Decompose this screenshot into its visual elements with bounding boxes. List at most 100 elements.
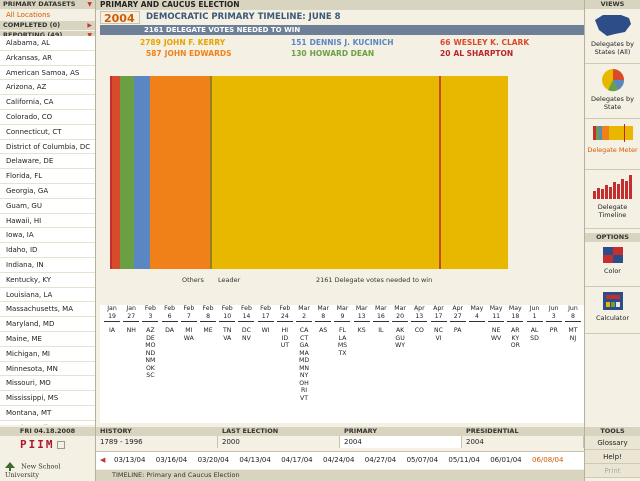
last-election-head: LAST ELECTION xyxy=(222,427,279,435)
state-list-item[interactable]: Missouri, MO xyxy=(0,376,95,392)
state-list-item[interactable]: Colorado, CO xyxy=(0,110,95,125)
all-locations-link[interactable]: All Locations xyxy=(0,9,95,21)
date-link[interactable]: 04/13/04 xyxy=(239,456,270,464)
state-list-item[interactable]: Massachusetts, MA xyxy=(0,302,95,318)
state-list-item[interactable]: Connecticut, CT xyxy=(0,125,95,140)
option-color[interactable]: Color xyxy=(585,245,640,287)
state-list-item[interactable]: Hawaii, HI xyxy=(0,214,95,229)
state-list-item[interactable]: North Carolina, NC xyxy=(0,421,95,425)
state-list-item[interactable]: Delaware, DE xyxy=(0,154,95,170)
timeline-column[interactable]: Feb 14 DC NV xyxy=(238,305,255,342)
view-delegates-by-state[interactable]: Delegates by State xyxy=(585,67,640,119)
timeline-column[interactable]: Apr 17 NC VI xyxy=(430,305,447,342)
state-list-item[interactable]: California, CA xyxy=(0,95,95,110)
date-link[interactable]: 05/11/04 xyxy=(448,456,479,464)
timeline-column[interactable]: May 11 NE WV xyxy=(488,305,505,342)
leader-label: Leader xyxy=(218,276,241,284)
timeline-column[interactable]: Mar 8 AS xyxy=(315,305,332,335)
timeline-column[interactable]: Mar 20 AK GU WY xyxy=(392,305,409,350)
timeline-date-part: 9 xyxy=(340,312,345,320)
timeline-date-part: Feb xyxy=(144,305,156,312)
state-list-item[interactable]: Arkansas, AR xyxy=(0,51,95,66)
state-list-item[interactable]: Maine, ME xyxy=(0,332,95,347)
date-link[interactable]: 06/08/04 xyxy=(532,456,563,464)
timeline-column[interactable]: Apr 27 PA xyxy=(449,305,466,335)
date-link[interactable]: 03/16/04 xyxy=(156,456,187,464)
timeline-column[interactable]: May 18 AR KY OR xyxy=(507,305,524,350)
timeline-column[interactable]: Feb 7 MI WA xyxy=(180,305,197,342)
date-link[interactable]: 03/13/04 xyxy=(114,456,145,464)
state-list-item[interactable]: Alabama, AL xyxy=(0,36,95,51)
timeline-states: ME xyxy=(200,321,217,335)
timeline-date-part: May xyxy=(489,305,503,312)
timeline-column[interactable]: Feb 24 HI ID UT xyxy=(276,305,293,350)
timeline-state-code: LA xyxy=(338,334,347,342)
state-list-item[interactable]: Michigan, MI xyxy=(0,347,95,362)
timeline-column[interactable]: Feb 17 WI xyxy=(257,305,274,335)
view-delegates-by-states[interactable]: Delegates by States (All) xyxy=(585,12,640,64)
history-range[interactable]: 1789 - 1996 xyxy=(96,436,218,448)
state-list-item[interactable]: Maryland, MD xyxy=(0,317,95,332)
print-button[interactable]: Print xyxy=(585,464,640,478)
presidential-value[interactable]: 2004 xyxy=(462,436,584,448)
timeline-column[interactable]: Jun 3 PR xyxy=(545,305,562,335)
timeline-column[interactable]: Mar 13 KS xyxy=(353,305,370,335)
candidate-votes: 130 xyxy=(291,49,307,58)
date-link[interactable]: 04/17/04 xyxy=(281,456,312,464)
date-link[interactable]: 06/01/04 xyxy=(490,456,521,464)
timeline-bars-icon xyxy=(592,175,632,199)
state-list-item[interactable]: Iowa, IA xyxy=(0,228,95,244)
state-list-item[interactable]: Idaho, ID xyxy=(0,243,95,258)
timeline-column[interactable]: Apr 13 CO xyxy=(411,305,428,335)
state-list-item[interactable]: Montana, MT xyxy=(0,406,95,421)
timeline-column[interactable]: Jun 1 AL SD xyxy=(526,305,543,342)
state-list[interactable]: Alabama, AL Arkansas, AR American Samoa, A… xyxy=(0,36,95,425)
timeline-states xyxy=(468,321,485,335)
timeline-state-code: OH xyxy=(299,379,309,387)
date-link[interactable]: 04/24/04 xyxy=(323,456,354,464)
timeline-state-code: WV xyxy=(490,334,502,342)
completed-header[interactable]: COMPLETED (0) ▶ xyxy=(0,21,95,30)
state-list-item[interactable]: Indiana, IN xyxy=(0,258,95,273)
delegate-meter-svg xyxy=(110,76,508,269)
last-election-value[interactable]: 2000 xyxy=(218,436,340,448)
timeline-state-code: VT xyxy=(300,394,309,402)
timeline-column[interactable]: Feb 8 ME xyxy=(200,305,217,335)
timeline-date-part: 19 xyxy=(108,312,116,320)
primary-value[interactable]: 2004 xyxy=(340,436,462,448)
state-list-item[interactable]: Louisiana, LA xyxy=(0,288,95,303)
state-list-item[interactable]: Mississippi, MS xyxy=(0,391,95,406)
glossary-button[interactable]: Glossary xyxy=(585,436,640,450)
timeline-column[interactable]: Jun 8 MT NJ xyxy=(564,305,581,342)
state-list-item[interactable]: Guam, GU xyxy=(0,199,95,214)
timeline-state-code: WI xyxy=(261,327,270,334)
timeline-date: Feb 10 xyxy=(219,305,235,321)
timeline-column[interactable]: Mar 2 CA CT GA MA MD MN NY OH RI VT xyxy=(296,305,313,402)
view-delegate-meter[interactable]: Delegate Meter xyxy=(585,122,640,170)
state-list-item[interactable]: Georgia, GA xyxy=(0,184,95,199)
state-list-item[interactable]: Arizona, AZ xyxy=(0,80,95,96)
expand-arrow-icon[interactable]: ▶ xyxy=(87,21,92,30)
state-list-item[interactable]: District of Columbia, DC xyxy=(0,140,95,155)
dropdown-arrow-icon[interactable]: ▼ xyxy=(87,0,92,9)
timeline-column[interactable]: Feb 3 AZ DE MO ND NM OK SC xyxy=(142,305,159,380)
state-list-item[interactable]: Florida, FL xyxy=(0,169,95,184)
option-calculator[interactable]: Calculator xyxy=(585,290,640,334)
timeline-column[interactable]: Feb 10 TN VA xyxy=(219,305,236,342)
state-list-item[interactable]: Minnesota, MN xyxy=(0,362,95,377)
timeline-column[interactable]: Feb 6 DA xyxy=(161,305,178,335)
date-link[interactable]: 04/27/04 xyxy=(365,456,396,464)
prev-arrow-icon[interactable]: ◀ xyxy=(100,456,105,464)
timeline-column[interactable]: Mar 16 IL xyxy=(372,305,389,335)
state-list-item[interactable]: Kentucky, KY xyxy=(0,273,95,288)
date-link[interactable]: 03/20/04 xyxy=(198,456,229,464)
timeline-column[interactable]: Jan 27 NH xyxy=(123,305,140,335)
help-button[interactable]: Help! xyxy=(585,450,640,464)
timeline-date-part: May xyxy=(508,305,522,312)
timeline-column[interactable]: Mar 9 FL LA MS TX xyxy=(334,305,351,357)
view-delegate-timeline[interactable]: Delegate Timeline xyxy=(585,173,640,229)
date-link[interactable]: 05/07/04 xyxy=(407,456,438,464)
timeline-column[interactable]: May 4 xyxy=(468,305,485,335)
timeline-column[interactable]: Jan 19 IA xyxy=(104,305,120,335)
state-list-item[interactable]: American Samoa, AS xyxy=(0,66,95,81)
